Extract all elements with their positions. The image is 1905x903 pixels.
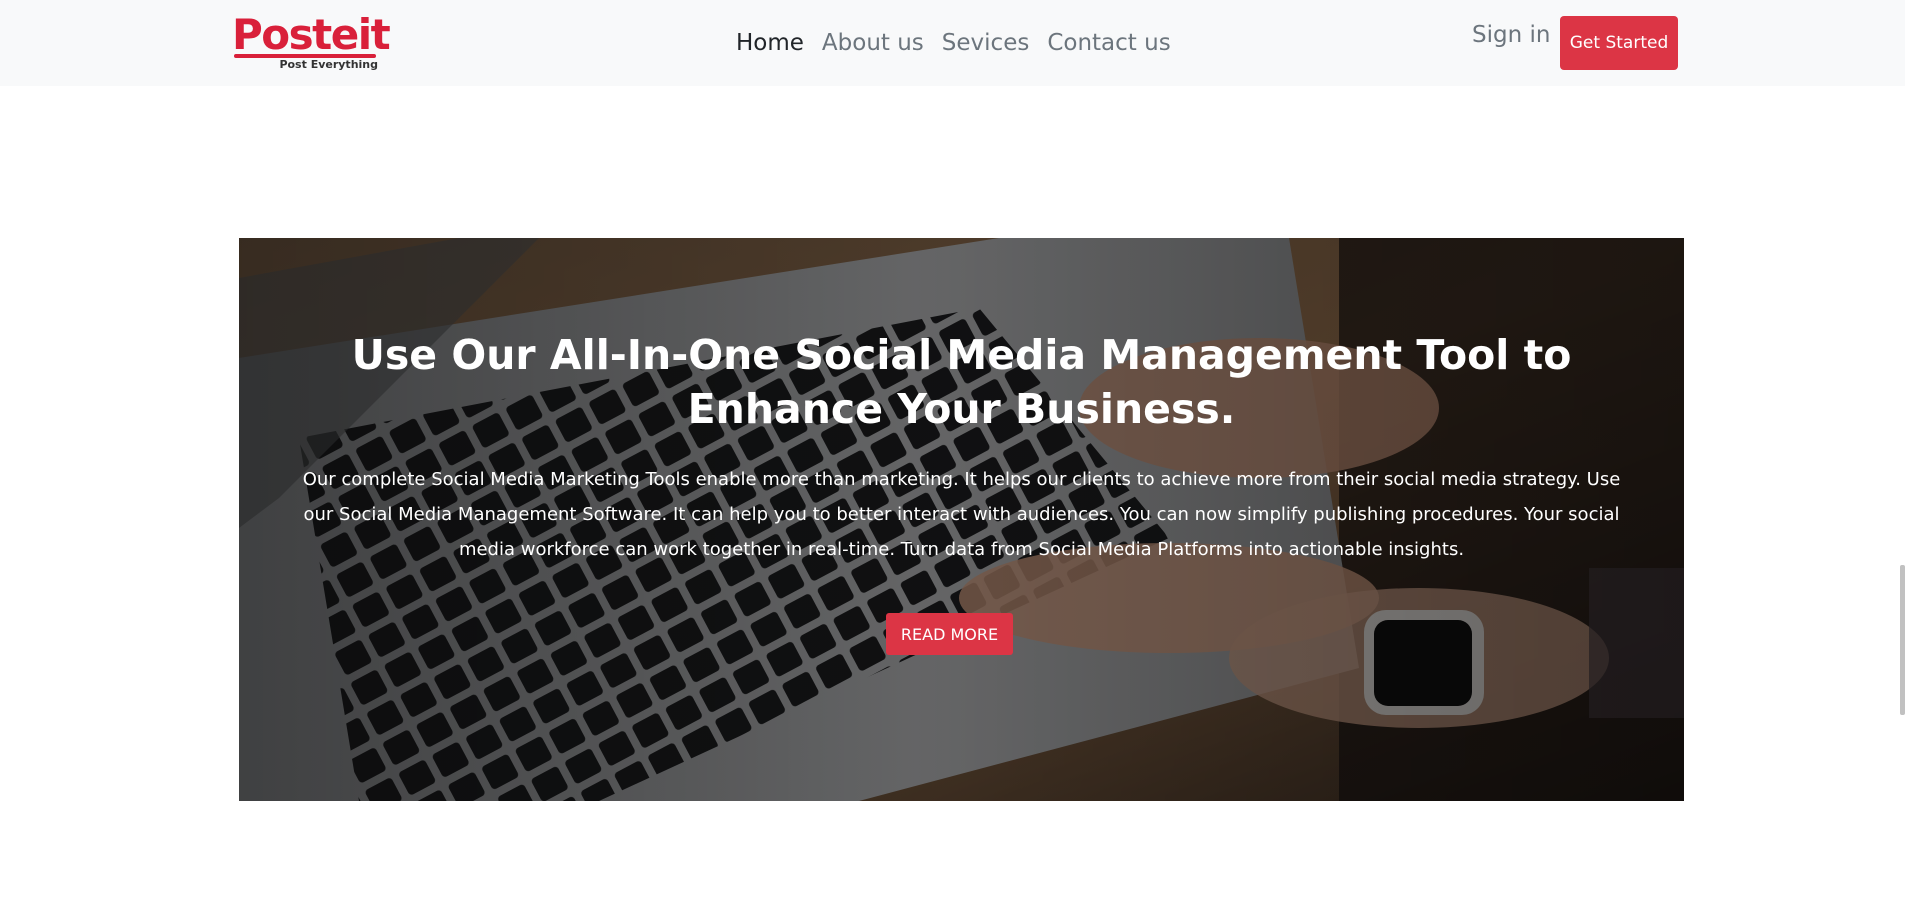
brand-logo-wordmark: Posteit bbox=[232, 10, 391, 59]
sign-in-link[interactable]: Sign in bbox=[1472, 22, 1550, 48]
nav-link-services[interactable]: Sevices bbox=[942, 30, 1030, 56]
navbar: Posteit Post Everything Home About us Se… bbox=[0, 0, 1905, 86]
main-nav: Home About us Sevices Contact us bbox=[736, 24, 1171, 62]
hero-description: Our complete Social Media Marketing Tool… bbox=[302, 469, 1621, 560]
page-scrollbar[interactable] bbox=[1900, 565, 1905, 715]
hero-banner: Use Our All-In-One Social Media Manageme… bbox=[239, 238, 1684, 801]
brand-logo[interactable]: Posteit Post Everything bbox=[232, 12, 391, 72]
nav-link-about[interactable]: About us bbox=[822, 30, 924, 56]
nav-link-home[interactable]: Home bbox=[736, 30, 804, 56]
brand-tagline: Post Everything bbox=[279, 58, 378, 71]
nav-link-contact[interactable]: Contact us bbox=[1047, 30, 1170, 56]
read-more-button[interactable]: READ MORE bbox=[886, 613, 1013, 655]
get-started-button[interactable]: Get Started bbox=[1560, 16, 1678, 70]
hero-title: Use Our All-In-One Social Media Manageme… bbox=[351, 331, 1572, 433]
